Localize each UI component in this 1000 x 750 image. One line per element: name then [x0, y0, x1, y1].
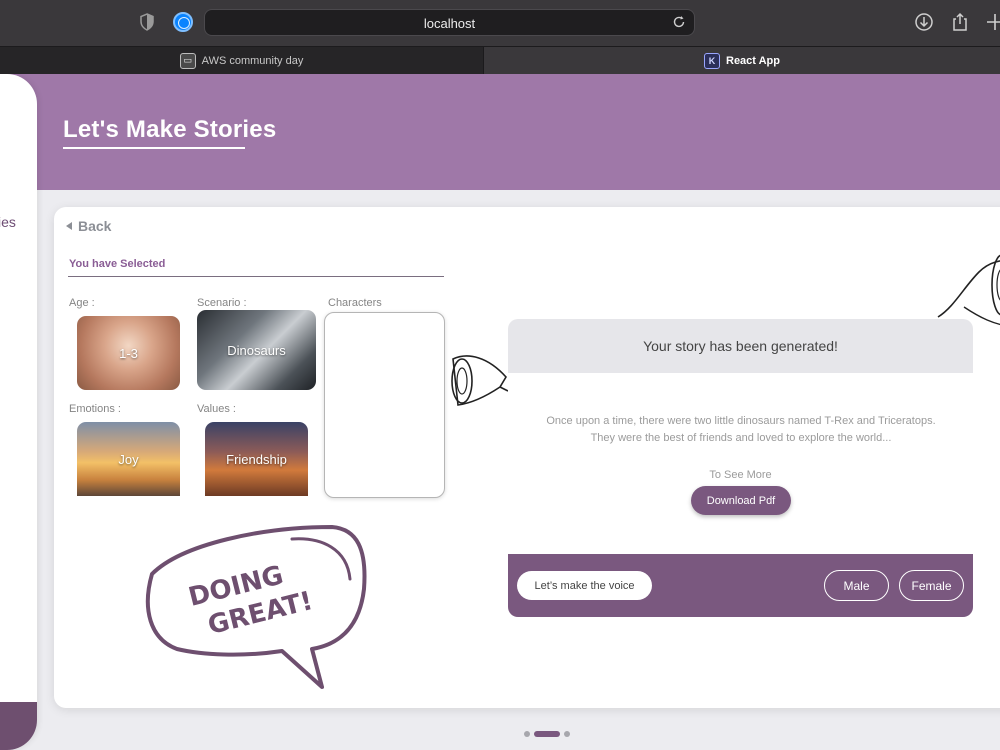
voice-bar: Let’s make the voice Male Female: [508, 554, 973, 617]
age-card[interactable]: 1-3: [77, 316, 180, 390]
new-tab-icon[interactable]: [984, 11, 1000, 33]
divider: [68, 276, 444, 277]
values-label: Values :: [197, 403, 236, 415]
age-label: Age :: [69, 297, 95, 309]
shield-icon[interactable]: [139, 13, 155, 31]
emotions-label: Emotions :: [69, 403, 121, 415]
age-value: 1-3: [119, 345, 138, 361]
share-icon[interactable]: [949, 11, 971, 33]
tab-bar: ▭ AWS community day K React App: [0, 46, 1000, 74]
address-bar[interactable]: localhost: [204, 9, 695, 36]
female-voice-button[interactable]: Female: [899, 570, 964, 601]
tab-label: React App: [726, 54, 780, 67]
pagination-dot[interactable]: [564, 731, 570, 737]
megaphone-icon: [451, 355, 509, 406]
characters-box[interactable]: [324, 312, 445, 498]
pagination-dot[interactable]: [524, 731, 530, 737]
emotion-card[interactable]: Joy: [77, 422, 180, 496]
back-arrow-icon: [66, 222, 72, 230]
value-card[interactable]: Friendship: [205, 422, 308, 496]
sidebar-footer: [0, 702, 37, 750]
extension-icon[interactable]: [173, 12, 193, 32]
male-voice-button[interactable]: Male: [824, 570, 889, 601]
aws-favicon-icon: ▭: [179, 52, 196, 69]
back-label: Back: [78, 218, 112, 234]
story-heading: Your story has been generated!: [508, 319, 973, 373]
scenario-value: Dinosaurs: [227, 342, 286, 358]
page-title: Let's Make Stories: [63, 116, 277, 143]
sidebar-item-stories[interactable]: ies: [0, 214, 16, 230]
tab-aws-community-day[interactable]: ▭ AWS community day: [0, 47, 484, 74]
pagination-dots: [524, 731, 570, 737]
pagination-dot-active[interactable]: [534, 731, 560, 737]
story-panel: Your story has been generated! Once upon…: [508, 319, 973, 617]
download-pdf-button[interactable]: Download Pdf: [691, 486, 791, 515]
react-app-favicon-icon: K: [704, 52, 720, 69]
page: ies Let's Make Stories Back You have Sel…: [0, 74, 1000, 750]
scenario-card[interactable]: Dinosaurs: [197, 310, 316, 390]
characters-label: Characters: [328, 297, 382, 309]
selected-heading: You have Selected: [69, 258, 166, 270]
reload-icon[interactable]: [672, 15, 686, 29]
url-text: localhost: [423, 16, 476, 31]
make-voice-button[interactable]: Let’s make the voice: [517, 571, 652, 600]
doing-great-bubble: DOING GREAT!: [145, 525, 367, 689]
story-excerpt: Once upon a time, there were two little …: [546, 415, 936, 444]
story-card: Back You have Selected Age : Scenario : …: [54, 207, 1000, 708]
tab-react-app[interactable]: K React App: [484, 47, 1000, 74]
scenario-label: Scenario :: [197, 297, 247, 309]
sidebar: ies: [0, 74, 37, 750]
download-icon[interactable]: [913, 11, 935, 33]
emotion-value: Joy: [118, 451, 139, 467]
value-value: Friendship: [226, 451, 287, 467]
title-underline: [63, 147, 245, 149]
see-more-label: To See More: [709, 469, 772, 481]
back-button[interactable]: Back: [66, 218, 111, 234]
tab-label: AWS community day: [201, 54, 304, 67]
browser-toolbar: localhost: [0, 0, 1000, 46]
